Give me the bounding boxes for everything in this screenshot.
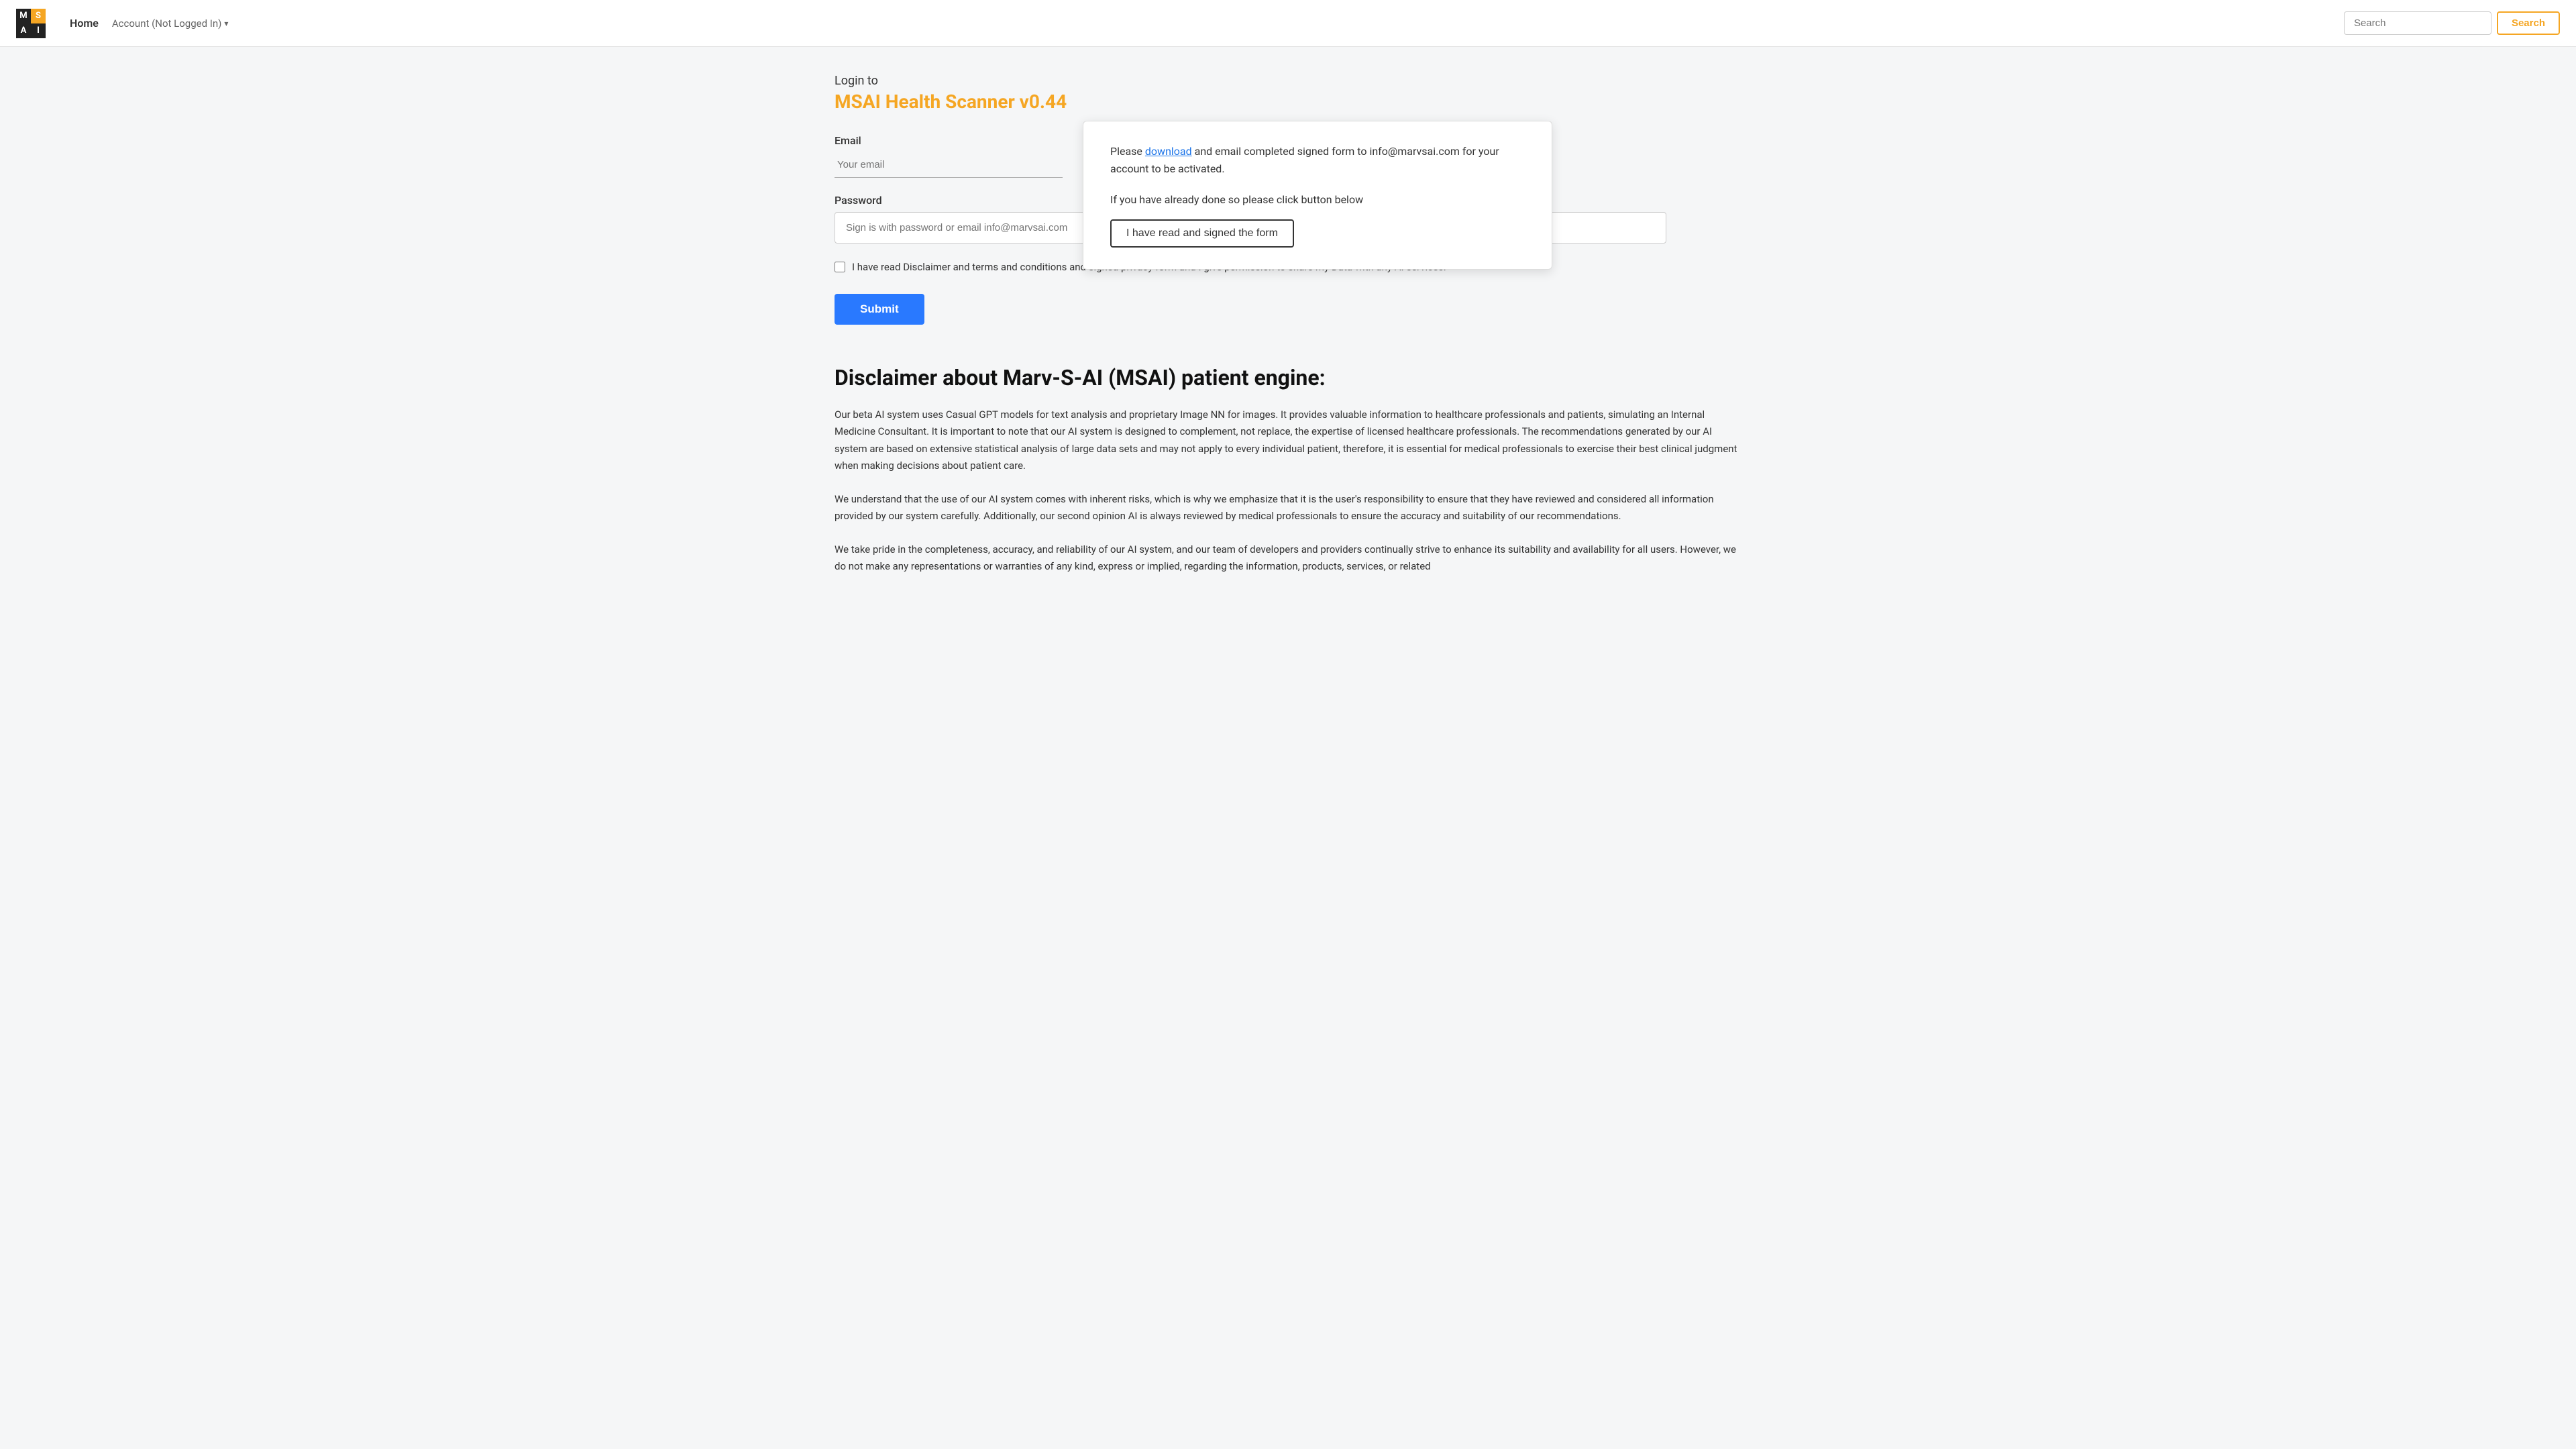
logo-cell-s: S	[31, 9, 46, 23]
nav-links: Home Account (Not Logged In) ▾	[62, 11, 2344, 35]
chevron-down-icon: ▾	[224, 19, 228, 28]
logo-grid: M S A I	[16, 9, 46, 38]
navbar: M S A I Home Account (Not Logged In) ▾ S…	[0, 0, 2576, 47]
terms-checkbox[interactable]	[835, 262, 845, 272]
submit-button[interactable]: Submit	[835, 294, 924, 325]
disclaimer-title: Disclaimer about Marv-S-AI (MSAI) patien…	[835, 365, 1741, 390]
signed-button[interactable]: I have read and signed the form	[1110, 219, 1294, 248]
app-title: MSAI Health Scanner v0.44	[835, 91, 1741, 113]
nav-account[interactable]: Account (Not Logged In) ▾	[112, 17, 228, 30]
download-link[interactable]: download	[1145, 145, 1192, 158]
logo-cell-m: M	[16, 9, 31, 23]
logo-cell-i: I	[31, 23, 46, 38]
search-input[interactable]	[2344, 11, 2491, 35]
popup-text: Please download and email completed sign…	[1110, 143, 1525, 177]
search-button[interactable]: Search	[2497, 11, 2560, 35]
disclaimer-section: Disclaimer about Marv-S-AI (MSAI) patien…	[835, 365, 1741, 576]
nav-home[interactable]: Home	[62, 11, 107, 35]
popup-subtitle: If you have already done so please click…	[1110, 193, 1525, 206]
email-field[interactable]	[835, 152, 1063, 178]
activation-popup: Please download and email completed sign…	[1083, 121, 1552, 270]
logo-cell-a: A	[16, 23, 31, 38]
logo: M S A I	[16, 9, 46, 38]
main-content: Login to MSAI Health Scanner v0.44 Email…	[818, 47, 1758, 619]
disclaimer-para-1: Our beta AI system uses Casual GPT model…	[835, 407, 1741, 475]
nav-account-label: Account (Not Logged In)	[112, 17, 221, 30]
search-area: Search	[2344, 11, 2560, 35]
popup-text-before: Please	[1110, 145, 1145, 158]
login-prefix: Login to	[835, 74, 1741, 88]
disclaimer-para-2: We understand that the use of our AI sys…	[835, 491, 1741, 525]
disclaimer-para-3: We take pride in the completeness, accur…	[835, 541, 1741, 576]
form-section: Email Please download and email complete…	[835, 134, 1741, 325]
